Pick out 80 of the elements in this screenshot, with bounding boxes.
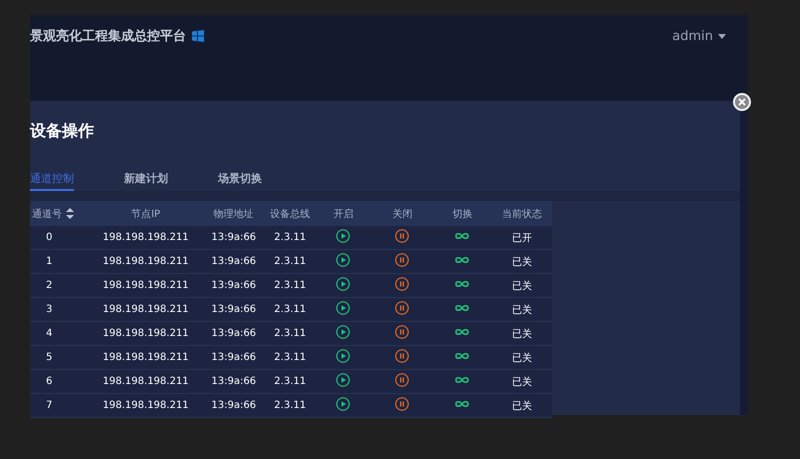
table-cell: 1 [46, 256, 52, 267]
table-cell: 2.3.11 [274, 256, 306, 267]
play-button[interactable] [336, 397, 350, 411]
status-text: 已开 [512, 232, 532, 244]
play-button[interactable] [336, 325, 350, 339]
app-title: 景观亮化工程集成总控平台 [30, 28, 186, 45]
table-cell: 13:9a:66 [211, 376, 256, 387]
table-cell: 4 [46, 328, 52, 339]
table-cell: 13:9a:66 [211, 328, 256, 339]
switch-button[interactable] [455, 375, 470, 385]
windows-logo-icon [192, 30, 204, 42]
pause-button[interactable] [395, 253, 410, 267]
status-text: 已关 [512, 352, 532, 364]
table-cell: 2.3.11 [274, 400, 306, 411]
table-cell: 13:9a:66 [211, 400, 256, 411]
switch-button[interactable] [455, 351, 470, 361]
status-text: 已关 [512, 280, 532, 292]
table-cell: 3 [46, 304, 52, 315]
tab[interactable]: 场景切换 [218, 163, 262, 191]
table-cell: 2.3.11 [274, 376, 306, 387]
pause-button[interactable] [395, 229, 410, 243]
table-cell: 198.198.198.211 [102, 256, 189, 267]
status-text: 已关 [512, 328, 532, 340]
tab[interactable]: 新建计划 [124, 163, 168, 191]
pause-button[interactable] [395, 277, 410, 291]
column-header: 切换 [452, 208, 472, 220]
table-cell: 198.198.198.211 [102, 232, 189, 243]
table-cell: 198.198.198.211 [102, 328, 189, 339]
table-cell: 2.3.11 [274, 232, 306, 243]
table-cell: 13:9a:66 [211, 304, 256, 315]
pause-button[interactable] [395, 397, 410, 411]
pause-button[interactable] [395, 325, 410, 339]
table-cell: 13:9a:66 [211, 256, 256, 267]
switch-button[interactable] [455, 279, 470, 289]
close-button[interactable] [733, 93, 751, 111]
column-header: 节点IP [131, 208, 160, 220]
switch-button[interactable] [455, 231, 470, 241]
table-cell: 5 [46, 352, 52, 363]
play-button[interactable] [336, 349, 350, 363]
table-cell: 198.198.198.211 [102, 400, 189, 411]
column-header: 当前状态 [502, 208, 542, 220]
table-cell: 7 [46, 400, 52, 411]
status-text: 已关 [512, 400, 532, 412]
play-button[interactable] [336, 373, 350, 387]
table-cell: 198.198.198.211 [102, 376, 189, 387]
close-icon [738, 98, 746, 106]
play-button[interactable] [336, 301, 350, 315]
table-cell: 2.3.11 [274, 304, 306, 315]
table-cell: 13:9a:66 [211, 352, 256, 363]
status-text: 已关 [512, 256, 532, 268]
switch-button[interactable] [455, 399, 470, 409]
status-text: 已关 [512, 376, 532, 388]
play-button[interactable] [336, 229, 350, 243]
table-cell: 2.3.11 [274, 280, 306, 291]
switch-button[interactable] [455, 327, 470, 337]
column-header: 设备总线 [270, 208, 310, 220]
table-cell: 2.3.11 [274, 352, 306, 363]
table-cell: 13:9a:66 [211, 280, 256, 291]
status-text: 已关 [512, 304, 532, 316]
play-button[interactable] [336, 253, 350, 267]
table-cell: 6 [46, 376, 52, 387]
table-cell: 198.198.198.211 [102, 280, 189, 291]
play-button[interactable] [336, 277, 350, 291]
table-cell: 13:9a:66 [211, 232, 256, 243]
user-menu[interactable]: admin [672, 28, 726, 44]
pause-button[interactable] [395, 349, 410, 363]
table-cell: 198.198.198.211 [102, 352, 189, 363]
caret-icon [718, 34, 726, 38]
column-header: 关闭 [392, 208, 412, 220]
table-cell: 2 [46, 280, 52, 291]
table-cell: 2.3.11 [274, 328, 306, 339]
table-cell: 0 [46, 232, 52, 243]
dialog-title: 设备操作 [30, 120, 95, 142]
switch-button[interactable] [455, 255, 470, 265]
switch-button[interactable] [455, 303, 470, 313]
pause-button[interactable] [395, 301, 410, 315]
pause-button[interactable] [395, 373, 410, 387]
column-header: 开启 [333, 208, 354, 220]
table-cell: 198.198.198.211 [102, 304, 189, 315]
column-header: 物理地址 [214, 208, 254, 220]
